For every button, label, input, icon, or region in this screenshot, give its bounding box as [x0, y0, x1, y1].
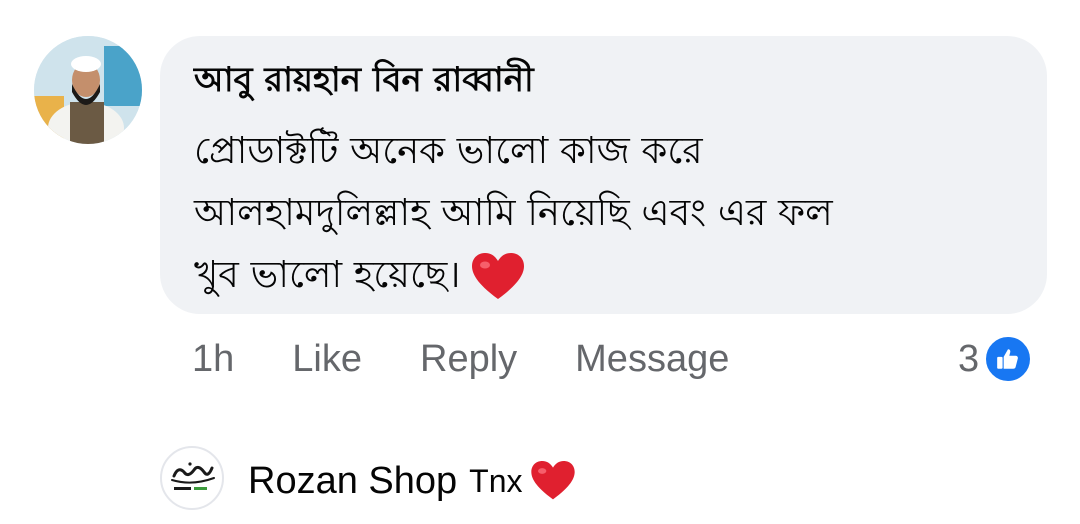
red-heart-icon — [472, 252, 525, 299]
rozan-shop-logo-icon — [171, 462, 215, 490]
comment-text: প্রোডাক্টটি অনেক ভালো কাজ করে আলহামদুলিল… — [194, 120, 1014, 306]
reply-text: Tnx — [469, 462, 523, 499]
comment-timestamp[interactable]: 1h — [192, 338, 234, 381]
avatar-photo — [34, 36, 142, 144]
thumbs-up-icon — [983, 334, 1034, 384]
comment-line-2: আলহামদুলিল্লাহ আমি নিয়েছি এবং এর ফল — [194, 191, 833, 234]
comment-line-3: খুব ভালো হয়েছে। — [194, 253, 461, 296]
reaction-count: 3 — [958, 337, 980, 380]
commenter-avatar[interactable] — [34, 36, 142, 144]
comment-actions: 1h Like Reply Message — [192, 334, 787, 384]
rozan-shop-avatar[interactable] — [160, 446, 224, 510]
comment-line-1: প্রোডাক্টটি অনেক ভালো কাজ করে — [194, 129, 703, 172]
comment-bubble: আবু রায়হান বিন রাব্বানী প্রোডাক্টটি অনে… — [160, 36, 1047, 314]
reply-button[interactable]: Reply — [420, 338, 517, 381]
reaction-summary[interactable]: 3 — [958, 334, 1034, 384]
like-button[interactable]: Like — [292, 338, 362, 381]
message-button[interactable]: Message — [575, 338, 729, 381]
reply-author[interactable]: Rozan Shop — [248, 460, 457, 503]
red-heart-icon — [530, 461, 575, 500]
comment-author[interactable]: আবু রায়হান বিন রাব্বানী — [194, 58, 534, 102]
reply-comment: Rozan Shop Tnx — [248, 456, 575, 506]
